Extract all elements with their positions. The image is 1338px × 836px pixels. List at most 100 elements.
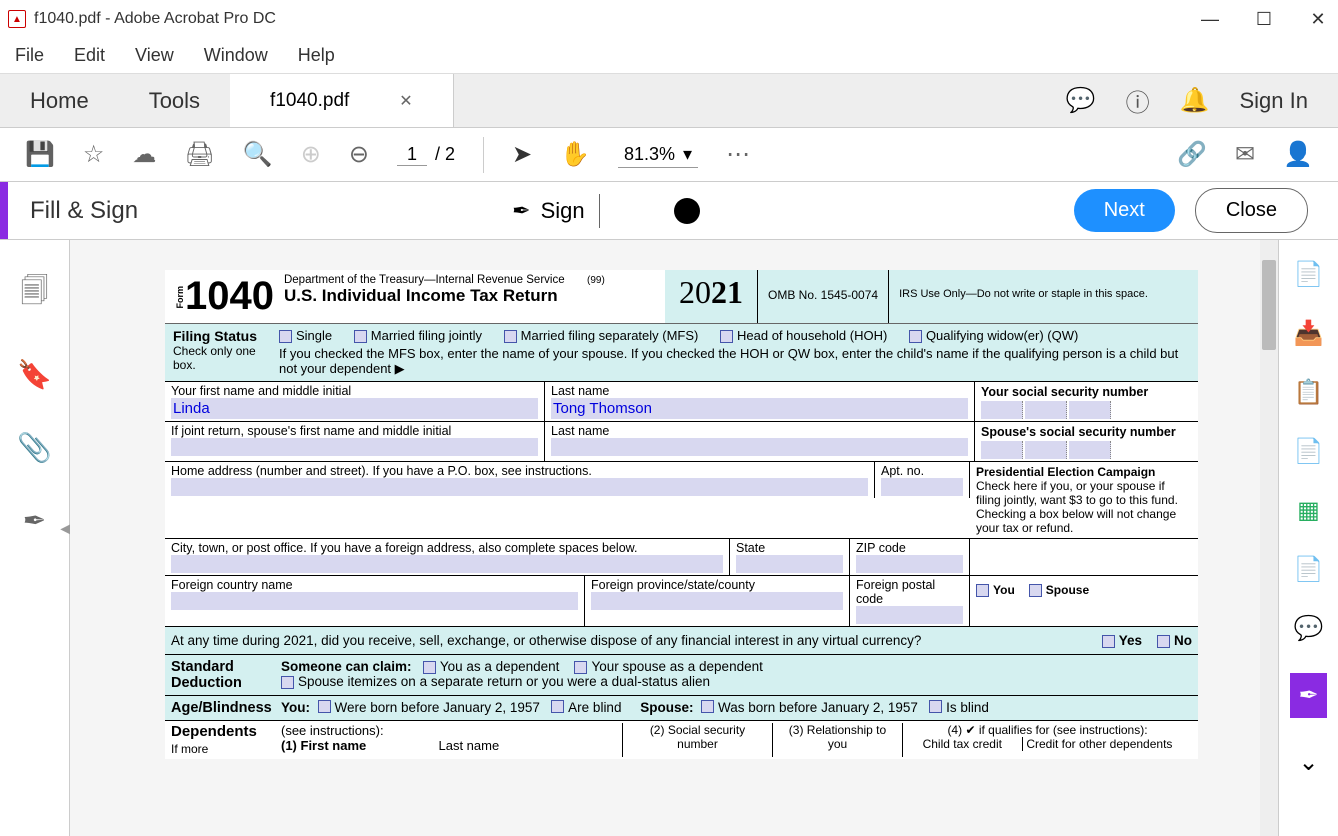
sign-in-button[interactable]: Sign In [1240, 88, 1309, 114]
next-button[interactable]: Next [1074, 189, 1175, 232]
foreign-prov-field[interactable] [591, 592, 843, 610]
apt-field[interactable] [881, 478, 963, 496]
right-panel: 📄 📥 📋 📄 ▦ 📄 💬 ✒ ⌄ [1278, 240, 1338, 836]
page-input[interactable] [397, 144, 427, 166]
close-window-button[interactable]: ✕ [1306, 9, 1330, 30]
bookmark-icon[interactable]: 🔖 [17, 358, 52, 391]
foreign-country-field[interactable] [171, 592, 578, 610]
menubar: File Edit View Window Help [0, 38, 1338, 74]
tab-close-icon[interactable]: ✕ [399, 91, 412, 111]
tax-year: 2021 [665, 270, 758, 323]
ssn-field[interactable] [981, 401, 1192, 419]
page-down-icon[interactable]: ⊖ [349, 140, 369, 169]
hand-icon[interactable]: ✋ [560, 140, 590, 169]
mail-icon[interactable]: ✉ [1235, 140, 1255, 169]
checkbox-hoh[interactable] [720, 330, 733, 343]
fill-sign-tool-icon[interactable]: ✒ [1290, 673, 1326, 718]
menu-view[interactable]: View [135, 45, 174, 66]
menu-help[interactable]: Help [298, 45, 335, 66]
fill-sign-bar: Fill & Sign ✒ Sign Next Close [0, 182, 1338, 240]
foreign-postal-field[interactable] [856, 606, 963, 624]
checkbox-spouse-dependent[interactable] [574, 661, 587, 674]
redact-icon[interactable]: ▦ [1297, 496, 1320, 525]
link-icon[interactable]: 🔗 [1177, 140, 1207, 169]
minimize-button[interactable]: ― [1198, 9, 1222, 30]
help-icon[interactable]: ⓘ [1126, 83, 1150, 118]
checkbox-you-born[interactable] [318, 700, 331, 713]
chevron-down-icon: ▾ [683, 144, 692, 165]
omb-number: OMB No. 1545-0074 [758, 270, 889, 323]
checkbox-vc-no[interactable] [1157, 635, 1170, 648]
spouse-first-field[interactable] [171, 438, 538, 456]
pdf-icon: ▲ [8, 10, 26, 28]
form-title: U.S. Individual Income Tax Return [284, 286, 605, 306]
sign-button[interactable]: ✒ Sign [512, 198, 584, 224]
star-icon[interactable]: ☆ [83, 140, 105, 169]
checkbox-mfs[interactable] [504, 330, 517, 343]
organize-icon[interactable]: 📄 [1294, 437, 1324, 466]
cloud-upload-icon[interactable]: ☁ [132, 140, 156, 169]
city-field[interactable] [171, 555, 723, 573]
print-icon[interactable]: 🖨 [184, 140, 214, 169]
spouse-last-field[interactable] [551, 438, 968, 456]
checkbox-pec-spouse[interactable] [1029, 584, 1042, 597]
checkbox-mfj[interactable] [354, 330, 367, 343]
arrow-cursor-icon[interactable]: ➤ [512, 140, 532, 169]
add-person-icon[interactable]: 👤 [1283, 140, 1313, 169]
spouse-ssn-field[interactable] [981, 441, 1192, 459]
checkbox-spouse-blind[interactable] [929, 700, 942, 713]
tabbar: Home Tools f1040.pdf ✕ 💬 ⓘ 🔔 Sign In [0, 74, 1338, 128]
tab-document-label: f1040.pdf [270, 90, 349, 112]
tab-document[interactable]: f1040.pdf ✕ [230, 74, 454, 127]
create-pdf-icon[interactable]: 📄 [1294, 260, 1324, 289]
document-view[interactable]: Form1040 Department of the Treasury—Inte… [70, 240, 1278, 836]
form-number: Form1040 [175, 274, 274, 319]
menu-window[interactable]: Window [204, 45, 268, 66]
checkbox-you-blind[interactable] [551, 700, 564, 713]
checkbox-you-dependent[interactable] [423, 661, 436, 674]
page-up-icon[interactable]: ⊕ [301, 140, 321, 169]
menu-edit[interactable]: Edit [74, 45, 105, 66]
form-1040: Form1040 Department of the Treasury—Inte… [165, 270, 1198, 759]
toolbar: 💾 ☆ ☁ 🖨 🔍 ⊕ ⊖ / 2 ➤ ✋ 81.3% ▾ ⋯ 🔗 ✉ 👤 [0, 128, 1338, 182]
page-total: / 2 [435, 144, 455, 165]
signature-panel-icon[interactable]: ✒ [23, 504, 46, 537]
comment-icon[interactable]: 💬 [1066, 86, 1096, 115]
menu-file[interactable]: File [15, 45, 44, 66]
titlebar: ▲ f1040.pdf - Adobe Acrobat Pro DC ― ☐ ✕ [0, 0, 1338, 38]
checkbox-spouse-born[interactable] [701, 700, 714, 713]
first-name-field[interactable]: Linda [171, 398, 538, 419]
checkbox-vc-yes[interactable] [1102, 635, 1115, 648]
vertical-scrollbar[interactable] [1260, 240, 1278, 836]
window-title: f1040.pdf - Adobe Acrobat Pro DC [34, 10, 276, 28]
notifications-icon[interactable]: 🔔 [1180, 86, 1210, 115]
protect-icon[interactable]: 📄 [1294, 555, 1324, 584]
last-name-field[interactable]: Tong Thomson [551, 398, 968, 419]
attachment-icon[interactable]: 📎 [17, 431, 52, 464]
fill-sign-label: Fill & Sign [30, 197, 138, 225]
checkbox-spouse-itemize[interactable] [281, 676, 294, 689]
signature-icon: ✒ [512, 198, 530, 224]
zoom-select[interactable]: 81.3% ▾ [618, 142, 698, 168]
comment-tool-icon[interactable]: 💬 [1294, 614, 1324, 643]
maximize-button[interactable]: ☐ [1252, 9, 1276, 30]
home-address-field[interactable] [171, 478, 868, 496]
chevron-down-icon[interactable]: ⌄ [1298, 748, 1318, 777]
checkbox-single[interactable] [279, 330, 292, 343]
state-field[interactable] [736, 555, 843, 573]
export-pdf-icon[interactable]: 📥 [1294, 319, 1324, 348]
left-panel: 🗐 🔖 📎 ✒ ◀ [0, 240, 70, 836]
filing-status-label: Filing Status [173, 328, 267, 344]
edit-pdf-icon[interactable]: 📋 [1294, 378, 1324, 407]
zoom-out-icon[interactable]: 🔍 [243, 140, 273, 169]
thumbnails-icon[interactable]: 🗐 [21, 270, 49, 318]
zip-field[interactable] [856, 555, 963, 573]
more-icon[interactable]: ⋯ [726, 140, 750, 169]
checkbox-pec-you[interactable] [976, 584, 989, 597]
tab-home[interactable]: Home [0, 74, 119, 127]
close-button[interactable]: Close [1195, 188, 1308, 233]
tab-tools[interactable]: Tools [119, 74, 230, 127]
checkbox-qw[interactable] [909, 330, 922, 343]
save-icon[interactable]: 💾 [25, 140, 55, 169]
color-picker[interactable] [674, 198, 700, 224]
